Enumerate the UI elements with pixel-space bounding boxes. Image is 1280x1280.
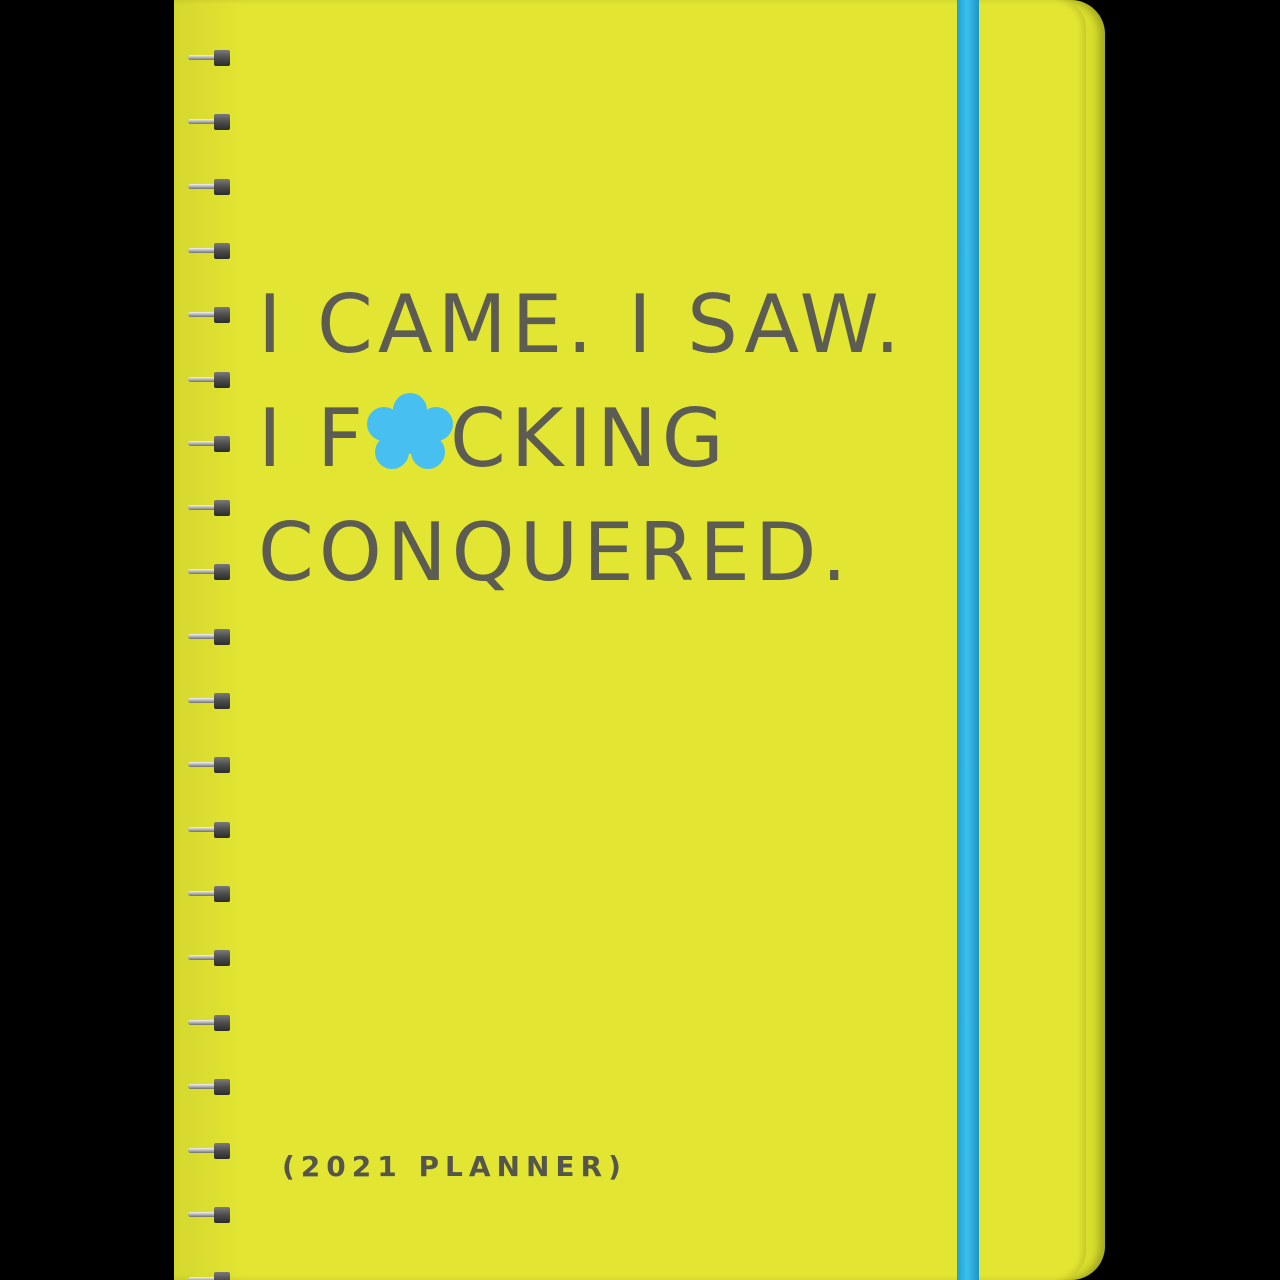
coil-hole bbox=[214, 436, 230, 452]
coil-hole bbox=[214, 1079, 230, 1095]
coil-hole bbox=[214, 693, 230, 709]
stage: I CAME. I SAW. I F CKING CONQUERED. (202… bbox=[0, 0, 1280, 1280]
spiral-coil-ring bbox=[188, 693, 236, 709]
spiral-coil-ring bbox=[188, 1207, 236, 1223]
coil-hole bbox=[214, 307, 230, 323]
spiral-coil-ring bbox=[188, 500, 236, 516]
coil-hole bbox=[214, 822, 230, 838]
spiral-coil-ring bbox=[188, 822, 236, 838]
headline-line-2-suffix: CKING bbox=[450, 392, 729, 485]
cover-headline: I CAME. I SAW. I F CKING CONQUERED. bbox=[258, 268, 905, 610]
spiral-coil-ring bbox=[188, 372, 236, 388]
spiral-coil-ring bbox=[188, 114, 236, 130]
spiral-coil-ring bbox=[188, 886, 236, 902]
coil-hole bbox=[214, 372, 230, 388]
coil-hole bbox=[214, 1207, 230, 1223]
spiral-coil-ring bbox=[188, 950, 236, 966]
spiral-coil-ring bbox=[188, 1015, 236, 1031]
coil-hole bbox=[214, 50, 230, 66]
coil-hole bbox=[214, 1143, 230, 1159]
coil-hole bbox=[214, 886, 230, 902]
coil-hole bbox=[214, 500, 230, 516]
headline-line-1: I CAME. I SAW. bbox=[258, 278, 906, 371]
elastic-band bbox=[957, 0, 979, 1280]
coil-hole bbox=[214, 564, 230, 580]
headline-line-3: CONQUERED. bbox=[258, 506, 852, 599]
planner-cover bbox=[174, 0, 1086, 1280]
spiral-coil-ring bbox=[188, 243, 236, 259]
coil-hole bbox=[214, 1272, 230, 1280]
spiral-coil-ring bbox=[188, 436, 236, 452]
coil-hole bbox=[214, 1015, 230, 1031]
coil-hole bbox=[214, 629, 230, 645]
spiral-coil-ring bbox=[188, 1143, 236, 1159]
spiral-coil-ring bbox=[188, 1272, 236, 1280]
headline-line-2-prefix: I F bbox=[258, 392, 369, 485]
spiral-coil-ring bbox=[188, 629, 236, 645]
spiral-coil-ring bbox=[188, 1079, 236, 1095]
planner-year-label: (2021 PLANNER) bbox=[282, 1150, 627, 1183]
coil-hole bbox=[214, 179, 230, 195]
spiral-coil-ring bbox=[188, 564, 236, 580]
spiral-coil-ring bbox=[188, 757, 236, 773]
coil-hole bbox=[214, 114, 230, 130]
flower-censor-icon bbox=[367, 392, 454, 472]
coil-hole bbox=[214, 243, 230, 259]
headline-line-2: I F CKING bbox=[258, 382, 905, 496]
spiral-coil-ring bbox=[188, 50, 236, 66]
coil-hole bbox=[214, 950, 230, 966]
spiral-coil-ring bbox=[188, 307, 236, 323]
spiral-coil-ring bbox=[188, 179, 236, 195]
coil-hole bbox=[214, 757, 230, 773]
